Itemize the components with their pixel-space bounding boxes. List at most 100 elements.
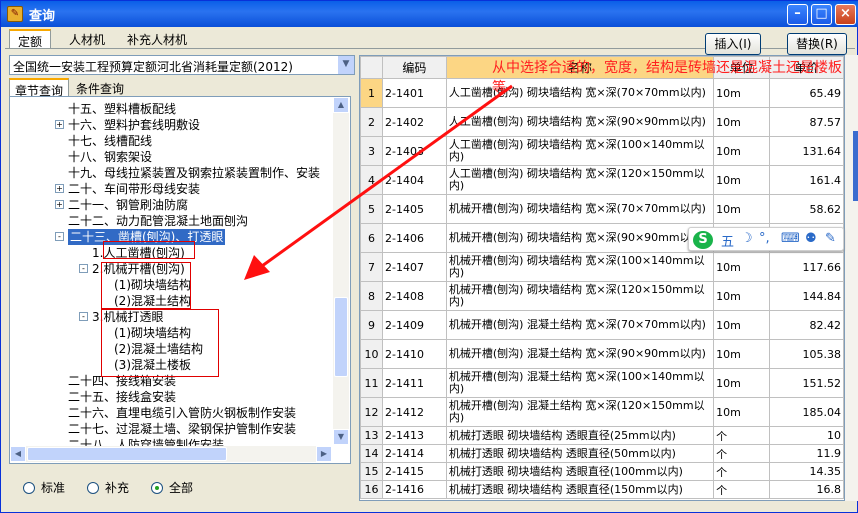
cell-name[interactable]: 机械打透眼 砌块墙结构 透眼直径(25mm以内) — [445, 426, 715, 445]
close-button[interactable]: × — [835, 4, 856, 25]
keyboard-icon[interactable]: ⌨ — [781, 231, 800, 246]
cell-price[interactable]: 58.62 — [769, 194, 844, 224]
table-row[interactable]: 15 2-1415 机械打透眼 砌块墙结构 透眼直径(100mm以内) 个 14.35 — [360, 462, 844, 481]
cell-name[interactable]: 人工凿槽(刨沟) 砌块墙结构 宽×深(120×150mm以内) — [445, 165, 715, 195]
cell-unit[interactable]: 10m — [713, 165, 771, 195]
tree-node[interactable]: 二十、车间带形母线安装 — [68, 181, 200, 197]
cell-name[interactable]: 机械打透眼 砌块墙结构 透眼直径(50mm以内) — [445, 444, 715, 463]
grid-header-code[interactable]: 编码 — [381, 56, 447, 79]
scroll-thumb[interactable] — [334, 297, 348, 377]
cell-unit[interactable]: 10m — [713, 339, 771, 369]
table-row[interactable]: 3 2-1403 人工凿槽(刨沟) 砌块墙结构 宽×深(100×140mm以内) 10… — [360, 136, 844, 166]
replace-button[interactable]: 替换(R) — [787, 33, 847, 55]
cell-name[interactable]: 机械开槽(刨沟) 混凝土结构 宽×深(120×150mm以内) — [445, 397, 715, 427]
table-row[interactable]: 2 2-1402 人工凿槽(刨沟) 砌块墙结构 宽×深(90×90mm以内) 10m 8… — [360, 107, 844, 137]
scroll-right-icon[interactable]: ▶ — [316, 446, 332, 462]
ime-logo-icon[interactable]: S — [693, 231, 713, 249]
cell-code[interactable]: 2-1404 — [381, 165, 447, 195]
collapse-icon[interactable]: - — [79, 264, 88, 273]
cell-name[interactable]: 机械开槽(刨沟) 砌块墙结构 宽×深(100×140mm以内) — [445, 252, 715, 282]
user-icon[interactable]: ⚉ — [805, 231, 817, 246]
cell-name[interactable]: 机械打透眼 砌块墙结构 透眼直径(150mm以内) — [445, 480, 715, 499]
tree-vertical-scrollbar[interactable]: ▲ ▼ — [333, 97, 349, 445]
radio-circle[interactable] — [151, 482, 163, 494]
tree-node[interactable]: 十七、线槽配线 — [68, 133, 152, 149]
quota-library-select[interactable]: 全国统一安装工程预算定额河北省消耗量定额(2012) ▼ — [9, 55, 355, 75]
cell-price[interactable]: 185.04 — [769, 397, 844, 427]
table-row[interactable]: 8 2-1408 机械开槽(刨沟) 砌块墙结构 宽×深(120×150mm以内) 10… — [360, 281, 844, 311]
moon-icon[interactable]: ☽ — [741, 231, 753, 246]
cell-code[interactable]: 2-1413 — [381, 426, 447, 445]
cell-unit[interactable]: 个 — [713, 462, 771, 481]
cell-price[interactable]: 82.42 — [769, 310, 844, 340]
scroll-up-icon[interactable]: ▲ — [333, 97, 349, 113]
radio-circle[interactable] — [23, 482, 35, 494]
tree-horizontal-scrollbar[interactable]: ◀ ▶ — [10, 446, 332, 462]
cell-unit[interactable]: 10m — [713, 107, 771, 137]
tab-chapter-query[interactable]: 章节查询 — [9, 78, 70, 98]
ime-mode-icon[interactable]: 五 — [721, 231, 734, 250]
cell-unit[interactable]: 10m — [713, 310, 771, 340]
radio-all[interactable]: 全部 — [151, 479, 193, 495]
tab-labor-material-machine[interactable]: 人材机 — [61, 29, 113, 48]
table-row[interactable]: 7 2-1407 机械开槽(刨沟) 砌块墙结构 宽×深(100×140mm以内) 10… — [360, 252, 844, 282]
cell-code[interactable]: 2-1403 — [381, 136, 447, 166]
tree-node[interactable]: 二十一、钢管刷油防腐 — [68, 197, 188, 213]
table-row[interactable]: 4 2-1404 人工凿槽(刨沟) 砌块墙结构 宽×深(120×150mm以内) 10… — [360, 165, 844, 195]
collapse-icon[interactable]: - — [79, 312, 88, 321]
cell-code[interactable]: 2-1410 — [381, 339, 447, 369]
tree-node[interactable]: 十九、母线拉紧装置及钢索拉紧装置制作、安装 — [68, 165, 320, 181]
tree-node[interactable]: 二十二、动力配管混凝土地面刨沟 — [68, 213, 248, 229]
radio-supplement[interactable]: 补充 — [87, 479, 129, 495]
cell-price[interactable]: 16.8 — [769, 480, 844, 499]
title-bar[interactable]: ✎ 查询 – □ × — [1, 1, 858, 27]
cell-unit[interactable]: 个 — [713, 480, 771, 499]
cell-price[interactable]: 151.52 — [769, 368, 844, 398]
quota-grid[interactable]: 编码 名称 单位 单价 1 2-1401 人工凿槽(刨沟) 砌块墙结构 宽×深(70… — [359, 55, 845, 501]
tree-node[interactable]: 二十五、接线盒安装 — [68, 389, 176, 405]
punctuation-icon[interactable]: °, — [759, 231, 770, 246]
cell-unit[interactable]: 10m — [713, 368, 771, 398]
chevron-down-icon[interactable]: ▼ — [337, 56, 354, 74]
expand-icon[interactable]: + — [55, 200, 64, 209]
minimize-button[interactable]: – — [787, 4, 808, 25]
cell-name[interactable]: 机械开槽(刨沟) 混凝土结构 宽×深(70×70mm以内) — [445, 310, 715, 340]
ime-toolbar[interactable]: S 五 ☽ °, ⌨ ⚉ ✎ — [688, 227, 844, 251]
tree-node[interactable]: 十六、塑料护套线明敷设 — [68, 117, 200, 133]
cell-price[interactable]: 14.35 — [769, 462, 844, 481]
cell-unit[interactable]: 10m — [713, 397, 771, 427]
cell-price[interactable]: 144.84 — [769, 281, 844, 311]
cell-name[interactable]: 机械开槽(刨沟) 混凝土结构 宽×深(90×90mm以内) — [445, 339, 715, 369]
cell-code[interactable]: 2-1407 — [381, 252, 447, 282]
table-row[interactable]: 16 2-1416 机械打透眼 砌块墙结构 透眼直径(150mm以内) 个 16.8 — [360, 480, 844, 499]
cell-code[interactable]: 2-1412 — [381, 397, 447, 427]
radio-standard[interactable]: 标准 — [23, 479, 65, 495]
table-row[interactable]: 13 2-1413 机械打透眼 砌块墙结构 透眼直径(25mm以内) 个 10 — [360, 426, 844, 445]
cell-code[interactable]: 2-1409 — [381, 310, 447, 340]
cell-price[interactable]: 105.38 — [769, 339, 844, 369]
cell-code[interactable]: 2-1406 — [381, 223, 447, 253]
tab-supplement-lmm[interactable]: 补充人材机 — [119, 29, 195, 48]
cell-price[interactable]: 10 — [769, 426, 844, 445]
insert-button[interactable]: 插入(I) — [705, 33, 761, 55]
cell-name[interactable]: 人工凿槽(刨沟) 砌块墙结构 宽×深(90×90mm以内) — [445, 107, 715, 137]
cell-code[interactable]: 2-1402 — [381, 107, 447, 137]
cell-price[interactable]: 131.64 — [769, 136, 844, 166]
cell-name[interactable]: 机械开槽(刨沟) 砌块墙结构 宽×深(70×70mm以内) — [445, 194, 715, 224]
cell-code[interactable]: 2-1405 — [381, 194, 447, 224]
scroll-thumb[interactable] — [27, 447, 227, 461]
cell-code[interactable]: 2-1415 — [381, 462, 447, 481]
cell-unit[interactable]: 10m — [713, 194, 771, 224]
cell-unit[interactable]: 10m — [713, 136, 771, 166]
cell-name[interactable]: 人工凿槽(刨沟) 砌块墙结构 宽×深(100×140mm以内) — [445, 136, 715, 166]
table-row[interactable]: 11 2-1411 机械开槽(刨沟) 混凝土结构 宽×深(100×140mm以内) 1… — [360, 368, 844, 398]
cell-code[interactable]: 2-1416 — [381, 480, 447, 499]
tree-node[interactable]: 十八、钢索架设 — [68, 149, 152, 165]
tree-node[interactable]: 十五、塑料槽板配线 — [68, 101, 176, 117]
table-row[interactable]: 9 2-1409 机械开槽(刨沟) 混凝土结构 宽×深(70×70mm以内) 10m 8… — [360, 310, 844, 340]
cell-code[interactable]: 2-1408 — [381, 281, 447, 311]
wrench-icon[interactable]: ✎ — [825, 231, 836, 246]
table-row[interactable]: 12 2-1412 机械开槽(刨沟) 混凝土结构 宽×深(120×150mm以内) 1… — [360, 397, 844, 427]
collapse-icon[interactable]: - — [55, 232, 64, 241]
table-row[interactable]: 14 2-1414 机械打透眼 砌块墙结构 透眼直径(50mm以内) 个 11.9 — [360, 444, 844, 463]
